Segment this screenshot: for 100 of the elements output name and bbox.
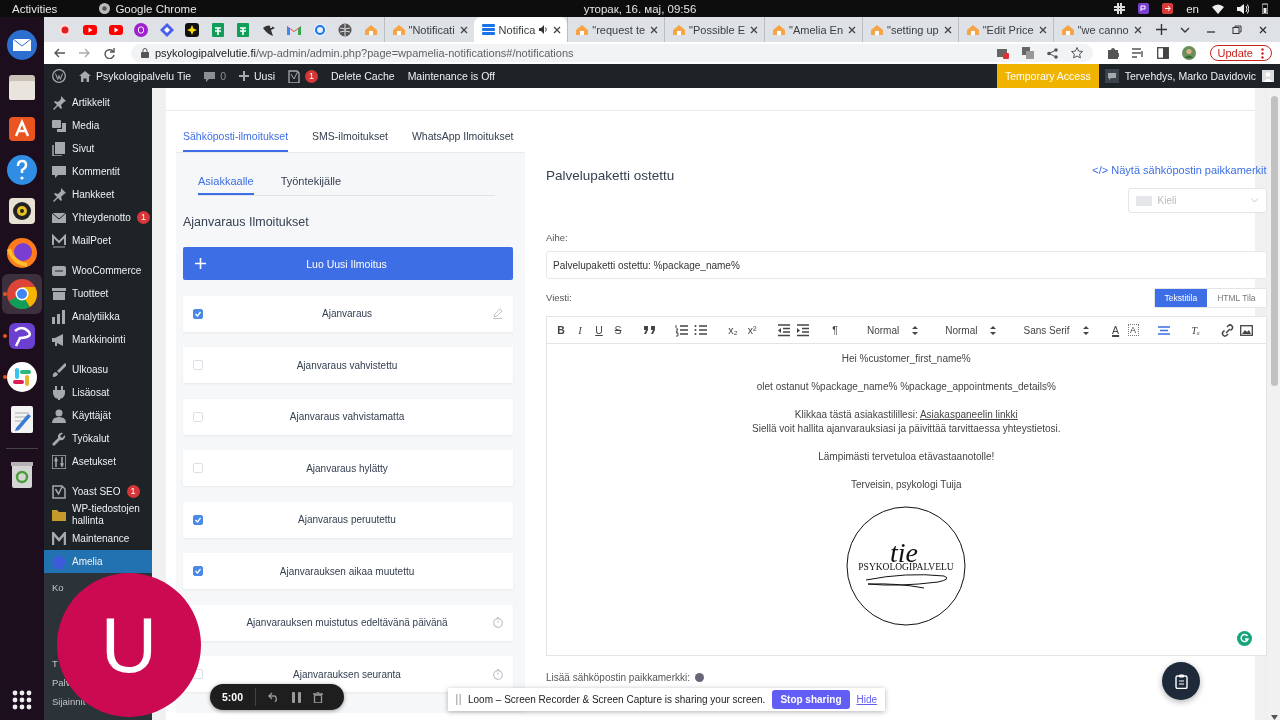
pause-icon[interactable] bbox=[292, 691, 301, 703]
back-arrow-icon[interactable] bbox=[54, 48, 65, 58]
checkbox[interactable] bbox=[193, 514, 203, 525]
channel-tab[interactable]: SMS-ilmoitukset bbox=[312, 130, 388, 152]
clean-button[interactable]: Tₓ bbox=[1188, 321, 1203, 339]
clock[interactable]: уторак, 16. мај, 09:56 bbox=[583, 2, 697, 15]
sidebar-item[interactable]: Työkalut bbox=[44, 427, 152, 450]
trash-icon[interactable] bbox=[313, 691, 323, 703]
user-greeting[interactable]: Tervehdys, Marko Davidovic bbox=[1124, 70, 1256, 82]
superscript-button[interactable]: x² bbox=[745, 321, 759, 339]
app-menu-label[interactable]: Google Chrome bbox=[115, 2, 197, 15]
dock-item[interactable] bbox=[2, 274, 42, 314]
tray-app-icon[interactable] bbox=[1162, 3, 1174, 14]
close-icon[interactable] bbox=[1132, 24, 1143, 35]
strike-button[interactable]: S bbox=[611, 321, 625, 339]
wifi-icon[interactable] bbox=[1212, 3, 1224, 14]
format-select[interactable]: Normal bbox=[939, 323, 1004, 337]
recipient-tab[interactable]: Työntekijälle bbox=[280, 175, 342, 195]
notification-item[interactable]: Ajanvaraus vahvistamatta bbox=[183, 398, 513, 435]
format-select[interactable]: Normal bbox=[861, 323, 926, 337]
underline-button[interactable]: U bbox=[592, 321, 606, 339]
update-button[interactable]: Update bbox=[1209, 45, 1272, 61]
channel-tab[interactable]: WhatsApp Ilmoitukset bbox=[411, 130, 514, 152]
sidebar-item[interactable]: WP-tiedostojen hallinta bbox=[44, 503, 152, 527]
close-icon[interactable] bbox=[1037, 24, 1048, 35]
media-queue-icon[interactable] bbox=[1131, 47, 1144, 59]
checkbox[interactable] bbox=[193, 566, 203, 576]
bold-button[interactable]: B bbox=[554, 321, 568, 339]
sidebar-item[interactable]: Lisäosat bbox=[44, 381, 152, 404]
sidebar-item[interactable]: Sivut bbox=[44, 137, 152, 160]
tray-app-icon[interactable] bbox=[1138, 3, 1150, 14]
subject-field[interactable]: Palvelupaketti ostettu: %package_name% bbox=[546, 251, 1267, 279]
sidebar-item[interactable]: Kommentit bbox=[44, 160, 152, 183]
close-icon[interactable] bbox=[942, 24, 953, 35]
notification-item[interactable]: Ajanvaraus bbox=[183, 295, 513, 332]
sidebar-item[interactable]: Amelia bbox=[44, 550, 152, 573]
notification-item[interactable]: Ajanvaraus vahvistettu bbox=[183, 347, 513, 383]
new-link[interactable]: Uusi bbox=[254, 70, 275, 82]
battery-icon[interactable] bbox=[1262, 3, 1268, 14]
reload-icon[interactable] bbox=[104, 47, 115, 59]
sidebar-item[interactable]: Artikkelit bbox=[44, 91, 152, 114]
share-icon[interactable] bbox=[1046, 47, 1058, 59]
scrollbar-thumb[interactable] bbox=[1270, 96, 1278, 386]
scroll-down-icon[interactable] bbox=[1270, 715, 1278, 720]
grammar-assistant-icon[interactable] bbox=[1236, 631, 1252, 646]
sidebar-item[interactable]: Maintenance bbox=[44, 527, 152, 550]
close-icon[interactable] bbox=[649, 24, 660, 35]
toolbar-link[interactable]: Maintenance is Off bbox=[407, 70, 495, 82]
address-bar[interactable]: psykologipalvelutie.fi/wp-admin/admin.php?page=wpamelia-notifications#/notifications bbox=[131, 44, 1093, 62]
sidebar-item[interactable]: Analytiikka bbox=[44, 305, 152, 328]
checkbox[interactable] bbox=[193, 308, 203, 319]
background-button[interactable]: A bbox=[1127, 324, 1139, 336]
notification-item[interactable]: Ajanvaraus peruutettu bbox=[183, 501, 513, 538]
close-icon[interactable] bbox=[1258, 24, 1268, 35]
keyboard-language[interactable]: en bbox=[1186, 2, 1199, 15]
create-notification-button[interactable]: Luo Uusi Ilmoitus bbox=[183, 247, 513, 280]
close-icon[interactable] bbox=[749, 24, 759, 35]
comment-count[interactable]: 0 bbox=[220, 70, 226, 82]
close-icon[interactable] bbox=[552, 24, 563, 35]
translate-icon[interactable] bbox=[1021, 47, 1034, 59]
activities-button[interactable]: Activities bbox=[12, 2, 58, 15]
volume-icon[interactable] bbox=[1237, 3, 1249, 14]
direction-button[interactable]: ¶ bbox=[828, 321, 842, 339]
submenu-item[interactable]: T bbox=[52, 654, 58, 673]
puzzle-icon[interactable] bbox=[1106, 47, 1119, 59]
drag-handle-icon[interactable] bbox=[456, 694, 461, 705]
undo-icon[interactable] bbox=[268, 692, 280, 702]
app-grid-icon[interactable] bbox=[12, 690, 32, 710]
hide-link[interactable]: Hide bbox=[856, 694, 878, 705]
close-icon[interactable] bbox=[847, 24, 858, 35]
sidebar-item[interactable]: Ulkoasu bbox=[44, 358, 152, 381]
plus-icon[interactable] bbox=[1155, 24, 1167, 35]
maximize-icon[interactable] bbox=[1232, 24, 1242, 35]
shield-icon[interactable] bbox=[288, 69, 300, 83]
sidebar-item[interactable]: Asetukset bbox=[44, 450, 152, 473]
recipient-tab[interactable]: Asiakkaalle bbox=[198, 175, 254, 195]
chevron-down-icon[interactable] bbox=[1180, 26, 1190, 33]
notification-item[interactable]: Ajanvarauksen aikaa muutettu bbox=[183, 553, 513, 589]
notification-item[interactable]: Ajanvaraus hylätty bbox=[183, 450, 513, 486]
side-panel-icon[interactable] bbox=[1156, 47, 1169, 59]
stop-sharing-button[interactable]: Stop sharing bbox=[772, 690, 850, 709]
color-button[interactable]: A bbox=[1108, 321, 1123, 339]
indent-button[interactable] bbox=[796, 321, 810, 339]
browser-tab[interactable]: Notifica bbox=[473, 17, 568, 42]
mode-toggle[interactable]: Tekstitila bbox=[1154, 289, 1208, 307]
sidebar-item[interactable]: Tuotteet bbox=[44, 282, 152, 305]
blocked-popup-icon[interactable] bbox=[996, 47, 1009, 59]
chat-icon[interactable] bbox=[1104, 69, 1119, 83]
sidebar-item[interactable]: Käyttäjät bbox=[44, 404, 152, 427]
site-link[interactable]: Psykologipalvelu Tie bbox=[96, 70, 192, 82]
format-select[interactable]: Sans Serif bbox=[1017, 323, 1096, 337]
sidebar-item[interactable]: Yoast SEO 1 bbox=[44, 480, 152, 503]
sidebar-item[interactable]: Yhteydenotto 1 bbox=[44, 206, 152, 229]
close-icon[interactable] bbox=[458, 24, 469, 35]
speaker-icon[interactable] bbox=[539, 25, 549, 34]
link[interactable]: Asiakaspaneelin linkki bbox=[919, 409, 1018, 420]
placeholders-link[interactable]: </> Näytä sähköpostin paikkamerkit bbox=[1092, 164, 1267, 176]
sidebar-item[interactable]: MailPoet bbox=[44, 229, 152, 252]
sidebar-item[interactable]: Markkinointi bbox=[44, 328, 152, 351]
sidebar-item[interactable]: WooCommerce bbox=[44, 259, 152, 282]
